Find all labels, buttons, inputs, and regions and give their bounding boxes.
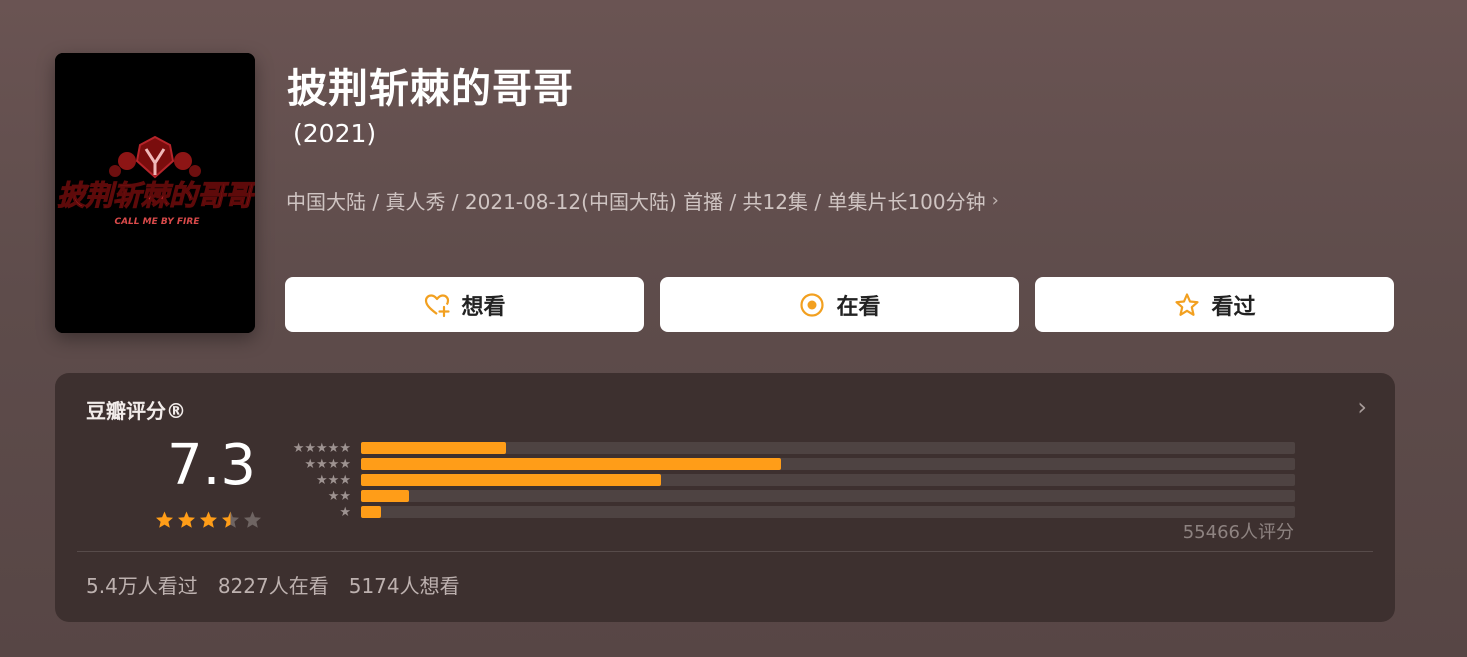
rating-distribution: ★★★★★ ★★★★ ★★★ ★★ ★ — [281, 440, 1295, 520]
distribution-row: ★ — [281, 504, 1295, 520]
distribution-row: ★★ — [281, 488, 1295, 504]
page-title: 披荆斩棘的哥哥 — [287, 66, 574, 112]
target-icon — [798, 291, 826, 319]
distribution-stars: ★★★ — [316, 472, 351, 488]
stats-row: 5.4万人看过 8227人在看 5174人想看 — [86, 570, 460, 599]
show-meta-text: 中国大陆 / 真人秀 / 2021-08-12(中国大陆) 首播 / 共12集 … — [286, 190, 986, 214]
rating-title: 豆瓣评分® — [86, 399, 186, 423]
rating-card: 豆瓣评分® › 7.3 ★★★★★ ★★★★ ★★★ ★★ ★ 55466人评分 5.4… — [55, 373, 1395, 622]
rating-star-icon — [244, 511, 261, 528]
distribution-bar — [361, 490, 409, 502]
want-to-watch-label: 想看 — [461, 294, 506, 320]
distribution-stars: ★ — [339, 504, 351, 520]
distribution-bar-track — [361, 442, 1295, 454]
watched-button[interactable]: 看过 — [1035, 277, 1394, 332]
rating-score: 7.3 — [167, 433, 257, 498]
rating-star-icon — [156, 511, 173, 528]
distribution-bar — [361, 506, 381, 518]
distribution-row: ★★★★ — [281, 456, 1295, 472]
distribution-bar-track — [361, 490, 1295, 502]
distribution-row: ★★★ — [281, 472, 1295, 488]
watched-count: 5.4万人看过 — [86, 574, 198, 598]
distribution-bar — [361, 458, 782, 470]
distribution-bar — [361, 474, 661, 486]
rating-star-icon — [200, 511, 217, 528]
watching-count: 8227人在看 — [217, 574, 329, 598]
star-outline-icon — [1173, 291, 1201, 319]
show-meta[interactable]: 中国大陆 / 真人秀 / 2021-08-12(中国大陆) 首播 / 共12集 … — [286, 186, 999, 215]
rating-total: 55466人评分 — [1182, 522, 1294, 543]
rating-star-icon — [222, 511, 239, 528]
watched-label: 看过 — [1211, 294, 1256, 320]
rating-star-icon — [178, 511, 195, 528]
divider — [77, 551, 1373, 552]
watching-label: 在看 — [836, 294, 881, 320]
watching-button[interactable]: 在看 — [660, 277, 1019, 332]
distribution-bar-track — [361, 458, 1295, 470]
want-to-watch-button[interactable]: 想看 — [285, 277, 644, 332]
distribution-row: ★★★★★ — [281, 440, 1295, 456]
poster-title-en: CALL ME BY FIRE — [114, 217, 200, 227]
distribution-bar — [361, 442, 506, 454]
distribution-stars: ★★★★ — [304, 456, 351, 472]
poster-image[interactable]: 披荆斩棘的哥哥 CALL ME BY FIRE — [55, 53, 255, 333]
poster-art: 披荆斩棘的哥哥 CALL ME BY FIRE — [55, 53, 255, 333]
action-buttons: 想看 在看 看过 — [285, 277, 1394, 332]
release-year: (2021) — [293, 119, 377, 148]
heart-plus-icon — [423, 291, 451, 319]
chevron-right-icon: › — [991, 190, 999, 211]
distribution-stars: ★★★★★ — [292, 440, 351, 456]
chevron-right-icon[interactable]: › — [1357, 393, 1367, 421]
distribution-stars: ★★ — [327, 488, 351, 504]
distribution-bar-track — [361, 506, 1295, 518]
want-count: 5174人想看 — [348, 574, 460, 598]
distribution-bar-track — [361, 474, 1295, 486]
score-stars — [154, 510, 263, 530]
poster-title-cn: 披荆斩棘的哥哥 — [57, 179, 255, 212]
